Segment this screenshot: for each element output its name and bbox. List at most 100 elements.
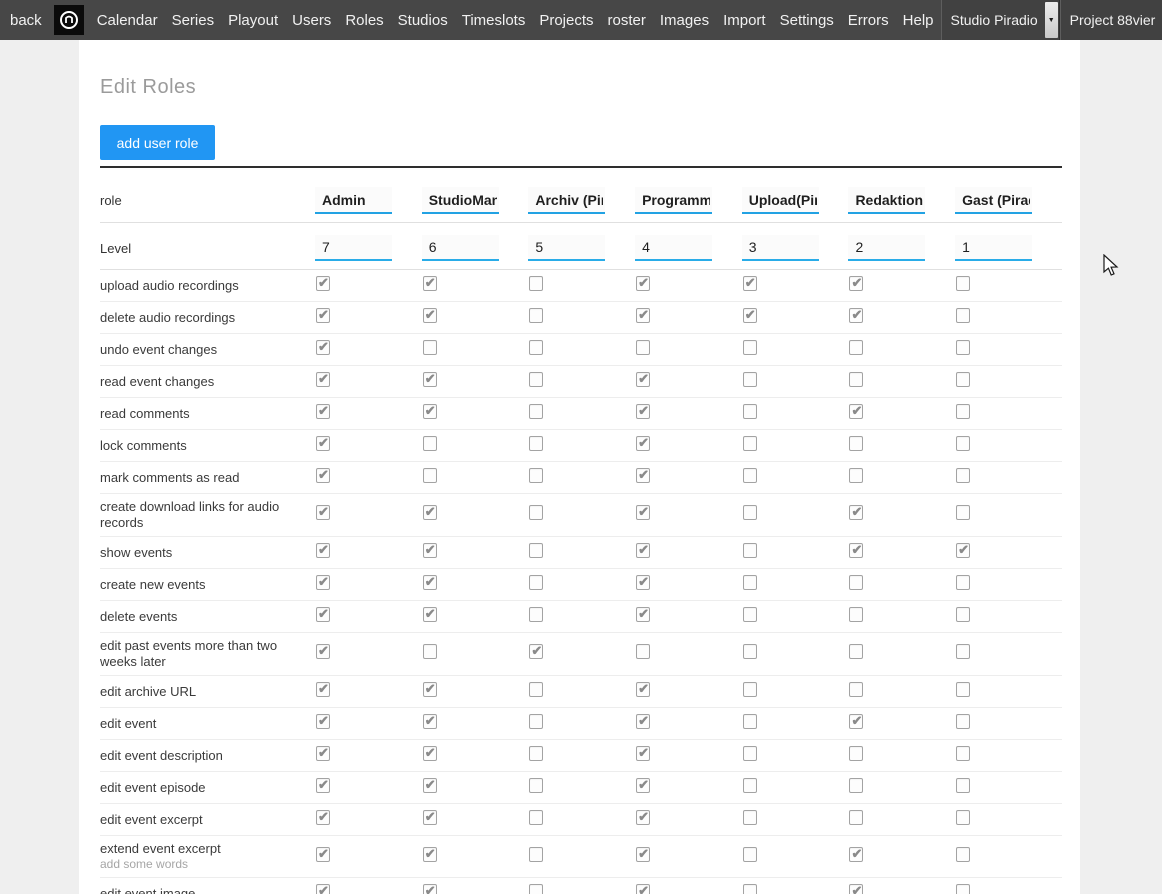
- permission-checkbox[interactable]: [849, 308, 863, 323]
- permission-checkbox[interactable]: [316, 644, 330, 659]
- nav-item-roles[interactable]: Roles: [338, 12, 390, 29]
- nav-item-playout[interactable]: Playout: [221, 12, 285, 29]
- permission-checkbox[interactable]: [743, 575, 757, 590]
- role-name-input[interactable]: [742, 187, 819, 214]
- permission-checkbox[interactable]: [636, 308, 650, 323]
- level-input[interactable]: [422, 235, 499, 261]
- permission-checkbox[interactable]: [636, 746, 650, 761]
- nav-item-series[interactable]: Series: [165, 12, 222, 29]
- permission-checkbox[interactable]: [529, 543, 543, 558]
- permission-checkbox[interactable]: [529, 505, 543, 520]
- permission-checkbox[interactable]: [423, 308, 437, 323]
- permission-checkbox[interactable]: [423, 468, 437, 483]
- permission-checkbox[interactable]: [956, 746, 970, 761]
- permission-checkbox[interactable]: [743, 884, 757, 894]
- permission-checkbox[interactable]: [636, 607, 650, 622]
- permission-checkbox[interactable]: [423, 543, 437, 558]
- permission-checkbox[interactable]: [636, 372, 650, 387]
- permission-checkbox[interactable]: [956, 575, 970, 590]
- level-input[interactable]: [848, 235, 925, 261]
- permission-checkbox[interactable]: [423, 682, 437, 697]
- role-name-input[interactable]: [528, 187, 605, 214]
- permission-checkbox[interactable]: [956, 340, 970, 355]
- permission-checkbox[interactable]: [636, 505, 650, 520]
- permission-checkbox[interactable]: [636, 714, 650, 729]
- permission-checkbox[interactable]: [743, 746, 757, 761]
- permission-checkbox[interactable]: [423, 505, 437, 520]
- permission-checkbox[interactable]: [316, 276, 330, 291]
- permission-checkbox[interactable]: [529, 884, 543, 894]
- permission-checkbox[interactable]: [849, 884, 863, 894]
- permission-checkbox[interactable]: [529, 810, 543, 825]
- permission-checkbox[interactable]: [743, 505, 757, 520]
- permission-checkbox[interactable]: [529, 436, 543, 451]
- permission-checkbox[interactable]: [529, 847, 543, 862]
- permission-checkbox[interactable]: [743, 468, 757, 483]
- permission-checkbox[interactable]: [316, 372, 330, 387]
- nav-item-errors[interactable]: Errors: [841, 12, 896, 29]
- permission-checkbox[interactable]: [849, 543, 863, 558]
- permission-checkbox[interactable]: [743, 810, 757, 825]
- permission-checkbox[interactable]: [423, 714, 437, 729]
- permission-checkbox[interactable]: [529, 340, 543, 355]
- permission-checkbox[interactable]: [849, 505, 863, 520]
- nav-item-images[interactable]: Images: [653, 12, 716, 29]
- permission-checkbox[interactable]: [849, 714, 863, 729]
- permission-checkbox[interactable]: [743, 404, 757, 419]
- nav-item-users[interactable]: Users: [285, 12, 338, 29]
- permission-checkbox[interactable]: [849, 644, 863, 659]
- permission-checkbox[interactable]: [849, 607, 863, 622]
- permission-checkbox[interactable]: [743, 847, 757, 862]
- permission-checkbox[interactable]: [956, 884, 970, 894]
- permission-checkbox[interactable]: [636, 810, 650, 825]
- permission-checkbox[interactable]: [316, 607, 330, 622]
- nav-item-timeslots[interactable]: Timeslots: [455, 12, 533, 29]
- back-link[interactable]: back: [0, 12, 52, 29]
- permission-checkbox[interactable]: [743, 340, 757, 355]
- permission-checkbox[interactable]: [529, 276, 543, 291]
- permission-checkbox[interactable]: [423, 847, 437, 862]
- add-user-role-button[interactable]: add user role: [100, 125, 215, 160]
- permission-checkbox[interactable]: [423, 884, 437, 894]
- permission-checkbox[interactable]: [529, 778, 543, 793]
- permission-checkbox[interactable]: [423, 575, 437, 590]
- permission-checkbox[interactable]: [636, 404, 650, 419]
- permission-checkbox[interactable]: [743, 436, 757, 451]
- nav-item-settings[interactable]: Settings: [773, 12, 841, 29]
- permission-checkbox[interactable]: [956, 404, 970, 419]
- permission-checkbox[interactable]: [743, 682, 757, 697]
- role-name-input[interactable]: [635, 187, 712, 214]
- permission-checkbox[interactable]: [316, 543, 330, 558]
- permission-checkbox[interactable]: [956, 468, 970, 483]
- permission-checkbox[interactable]: [423, 436, 437, 451]
- permission-checkbox[interactable]: [636, 468, 650, 483]
- nav-item-import[interactable]: Import: [716, 12, 773, 29]
- level-input[interactable]: [955, 235, 1032, 261]
- permission-checkbox[interactable]: [636, 436, 650, 451]
- permission-checkbox[interactable]: [636, 884, 650, 894]
- studio-select[interactable]: Studio Piradio ▼: [941, 0, 1060, 40]
- permission-checkbox[interactable]: [849, 372, 863, 387]
- nav-item-projects[interactable]: Projects: [532, 12, 600, 29]
- level-input[interactable]: [742, 235, 819, 261]
- nav-item-calendar[interactable]: Calendar: [90, 12, 165, 29]
- permission-checkbox[interactable]: [316, 746, 330, 761]
- permission-checkbox[interactable]: [529, 746, 543, 761]
- permission-checkbox[interactable]: [529, 682, 543, 697]
- permission-checkbox[interactable]: [849, 682, 863, 697]
- permission-checkbox[interactable]: [423, 644, 437, 659]
- project-select[interactable]: Project 88vier ▼: [1060, 0, 1162, 40]
- permission-checkbox[interactable]: [316, 505, 330, 520]
- permission-checkbox[interactable]: [956, 644, 970, 659]
- permission-checkbox[interactable]: [849, 746, 863, 761]
- nav-item-studios[interactable]: Studios: [391, 12, 455, 29]
- role-name-input[interactable]: [422, 187, 499, 214]
- permission-checkbox[interactable]: [743, 607, 757, 622]
- permission-checkbox[interactable]: [849, 810, 863, 825]
- permission-checkbox[interactable]: [956, 276, 970, 291]
- permission-checkbox[interactable]: [636, 575, 650, 590]
- permission-checkbox[interactable]: [529, 644, 543, 659]
- permission-checkbox[interactable]: [316, 714, 330, 729]
- permission-checkbox[interactable]: [316, 468, 330, 483]
- permission-checkbox[interactable]: [849, 468, 863, 483]
